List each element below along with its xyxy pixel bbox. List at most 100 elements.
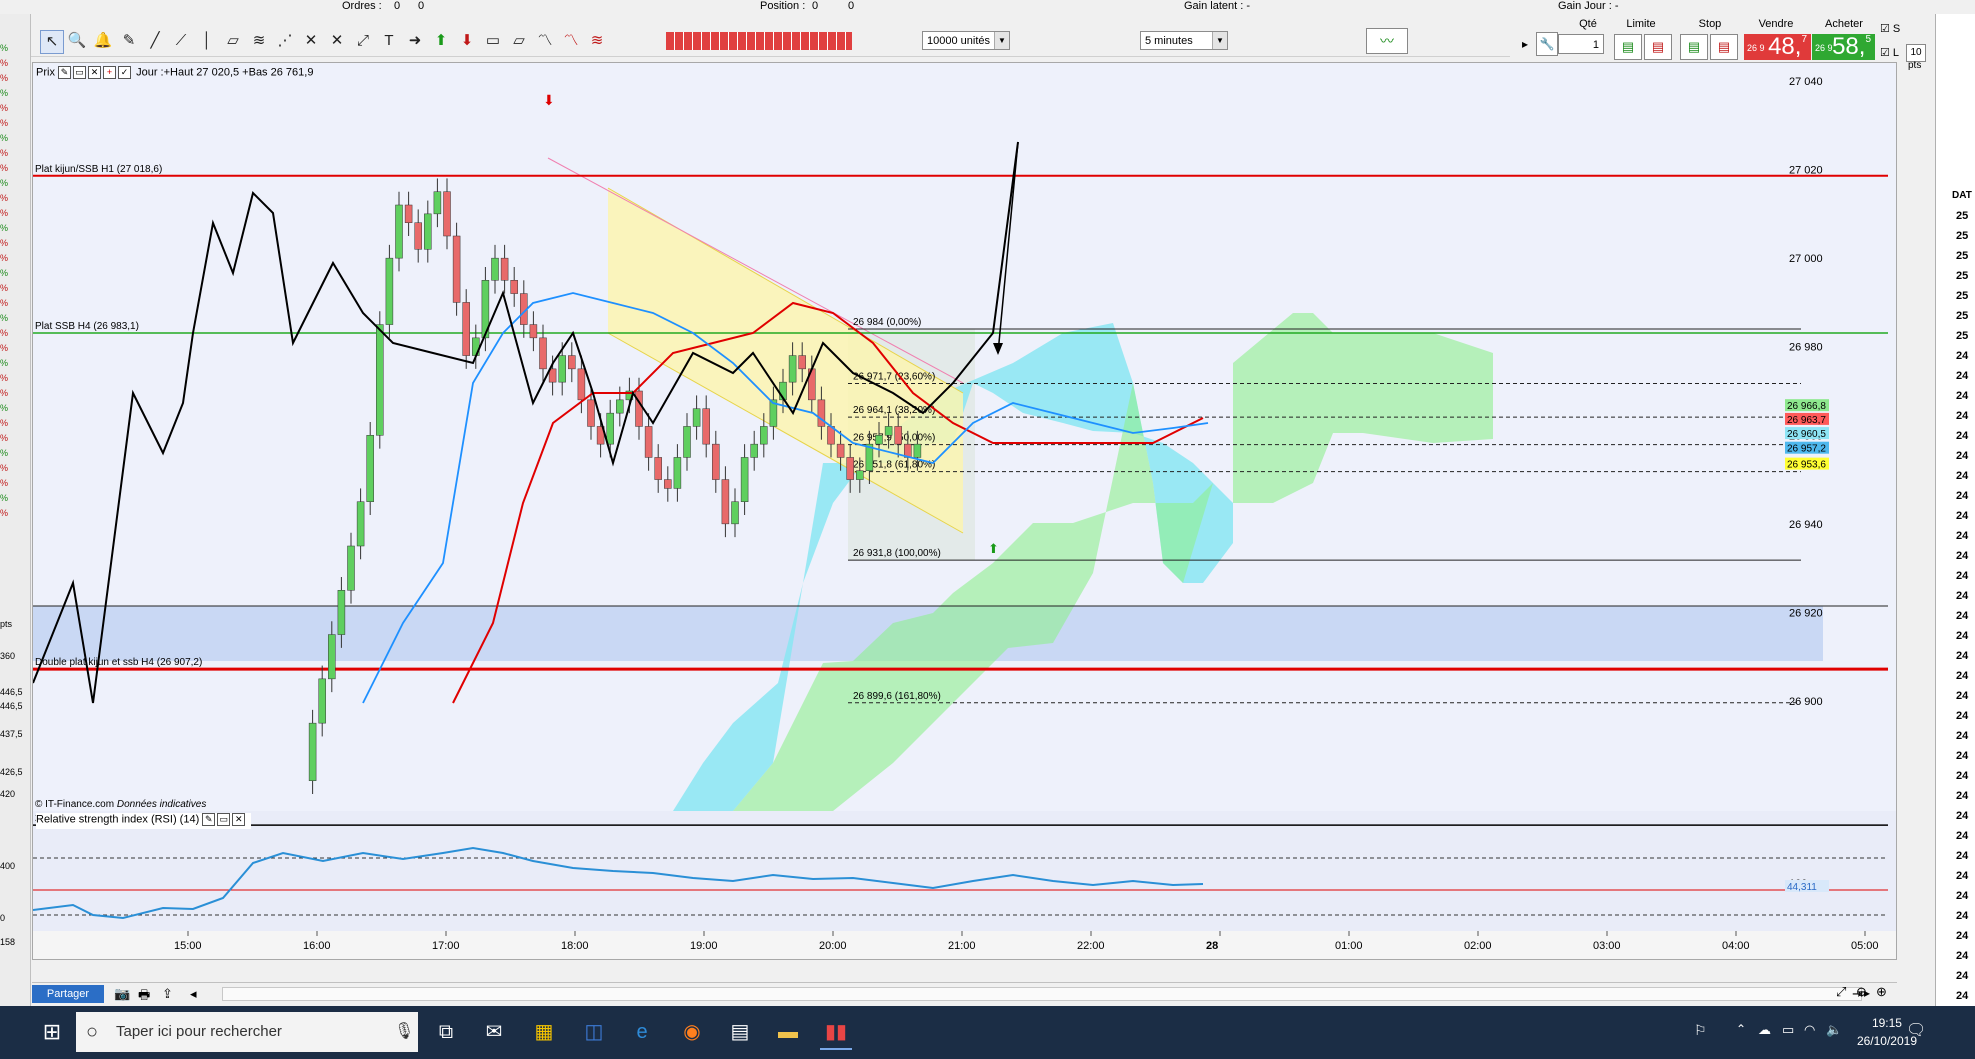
indicator-button[interactable]: 〰 xyxy=(1366,28,1408,54)
fan-tool-icon[interactable]: ⋰ xyxy=(274,30,296,52)
sticky-notes-icon[interactable]: ▦ xyxy=(528,1016,560,1048)
candle-body xyxy=(894,426,902,445)
timeframe-select[interactable]: 5 minutes ▼ xyxy=(1140,31,1228,50)
pattern-tool-icon[interactable]: ≋ xyxy=(586,30,608,52)
file-explorer-icon[interactable]: ▬ xyxy=(772,1016,804,1048)
alert-tool-icon[interactable]: 🔔 xyxy=(92,30,114,52)
price-chart[interactable]: 27 04027 02027 00026 98026 96026 94026 9… xyxy=(33,63,1896,959)
channel-tool-icon[interactable]: ▱ xyxy=(222,30,244,52)
window-icon[interactable]: ▭ xyxy=(217,813,231,826)
eraser-tool-icon[interactable]: ✎ xyxy=(118,30,140,52)
calculator-icon[interactable]: ▤ xyxy=(724,1016,756,1048)
chart-window[interactable]: 27 04027 02027 00026 98026 96026 94026 9… xyxy=(32,62,1897,960)
network-icon[interactable]: ▭ xyxy=(1782,1022,1794,1038)
left-strip-value: % xyxy=(0,148,9,158)
buy-button[interactable]: 26 9 58,5 xyxy=(1812,34,1875,60)
color-palette[interactable] xyxy=(666,32,852,50)
trading-app-icon[interactable]: ▮▮ xyxy=(820,1016,852,1050)
edge-browser-icon[interactable]: e xyxy=(626,1016,658,1048)
candle-body xyxy=(712,443,720,480)
close-icon[interactable]: ✕ xyxy=(88,66,102,79)
window-icon[interactable]: ▭ xyxy=(73,66,87,79)
wrench-icon[interactable]: ✎ xyxy=(58,66,72,79)
zoom-tool-icon[interactable]: 🔍 xyxy=(66,30,88,52)
candle-body xyxy=(308,722,317,781)
right-strip-value: 25 xyxy=(1956,250,1969,262)
down-arrow-marker: ⬇ xyxy=(543,92,555,108)
taskbar-search[interactable]: ○ Taper ici pour rechercher 🎙 xyxy=(76,1012,418,1052)
rectangle-tool-icon[interactable]: ▭ xyxy=(482,30,504,52)
line-tool-icon[interactable]: ╱ xyxy=(144,30,166,52)
y-tick-label: 26 940 xyxy=(1789,519,1823,531)
limit-label: Limite xyxy=(1626,18,1656,30)
parallelogram-tool-icon[interactable]: ▱ xyxy=(508,30,530,52)
cloud-icon[interactable]: ☁ xyxy=(1758,1022,1771,1038)
share-button[interactable]: Partager xyxy=(32,985,104,1003)
checkbox-icon[interactable]: ✓ xyxy=(118,66,132,79)
wifi-icon[interactable]: ◠ xyxy=(1804,1022,1815,1038)
limit-buy-button[interactable]: ▤ xyxy=(1614,34,1642,60)
windows-start-icon[interactable]: ⊞ xyxy=(36,1016,68,1048)
arrow-right-icon[interactable]: ➜ xyxy=(404,30,426,52)
qty-input[interactable]: 1 xyxy=(1558,34,1604,54)
add-icon[interactable]: + xyxy=(103,66,117,79)
stop-sell-button[interactable]: ▤ xyxy=(1710,34,1738,60)
microphone-icon[interactable]: 🎙 xyxy=(394,1012,414,1052)
candle-body xyxy=(664,479,672,489)
print-icon[interactable]: 🖶 xyxy=(138,986,150,1008)
fit-icon[interactable]: ⤢ xyxy=(1836,984,1846,1000)
sell-button[interactable]: 26 9 48,7 xyxy=(1744,34,1811,60)
right-strip-value: 24 xyxy=(1956,430,1969,442)
firefox-icon[interactable]: ◉ xyxy=(676,1016,708,1048)
right-strip-value: 24 xyxy=(1956,710,1969,722)
prev-icon[interactable]: ◂ xyxy=(190,986,197,1002)
candle-body xyxy=(539,337,547,370)
people-icon[interactable]: ⚐ xyxy=(1694,1022,1707,1039)
remote-app-icon[interactable]: ◫ xyxy=(578,1016,610,1048)
x-tick-label: 17:00 xyxy=(432,940,460,952)
l-checkbox[interactable]: ☑ L xyxy=(1880,46,1899,59)
zigzag-tool-icon[interactable]: 〽 xyxy=(534,30,556,52)
buy-label: Acheter xyxy=(1825,18,1863,30)
notification-icon[interactable]: 🗨 xyxy=(1906,1020,1926,1040)
volume-icon[interactable]: 🔈 xyxy=(1826,1022,1842,1038)
left-strip-v3: 446,5 xyxy=(0,701,23,711)
task-view-icon[interactable]: ⧉ xyxy=(430,1016,462,1048)
price-tag: 26 953,6 xyxy=(1787,460,1826,471)
candle-body xyxy=(913,443,922,458)
limit-sell-button[interactable]: ▤ xyxy=(1644,34,1672,60)
fibonacci-tool-icon[interactable]: ≋ xyxy=(248,30,270,52)
ray-tool-icon[interactable]: ⟋ xyxy=(170,30,192,52)
rsi-title: Relative strength index (RSI) (14) xyxy=(36,813,200,826)
left-strip-v4: 437,5 xyxy=(0,729,23,739)
candle-body xyxy=(529,324,538,339)
wrench-icon[interactable]: ✎ xyxy=(202,813,216,826)
zoom-in-icon[interactable]: ⊕ xyxy=(1876,984,1887,1000)
left-strip-v2: 446,5 xyxy=(0,687,23,697)
wrench-icon[interactable]: 🔧 xyxy=(1536,32,1558,56)
left-strip-value: % xyxy=(0,448,9,458)
s-checkbox[interactable]: ☑ S xyxy=(1880,22,1900,35)
chart-scrollbar[interactable] xyxy=(222,987,1862,1001)
arrow-up-icon[interactable]: ⬆ xyxy=(430,30,452,52)
zoom-out-icon[interactable]: ⊖ xyxy=(1856,984,1867,1000)
units-select[interactable]: 10000 unités ▼ xyxy=(922,31,1010,50)
pointer-tool-icon[interactable]: ↖ xyxy=(40,30,64,54)
vertical-line-icon[interactable]: │ xyxy=(196,30,218,52)
cross2-tool-icon[interactable]: ✕ xyxy=(326,30,348,52)
left-strip-value: % xyxy=(0,103,9,113)
close-icon[interactable]: ✕ xyxy=(232,813,246,826)
text-tool-icon[interactable]: T xyxy=(378,30,400,52)
left-strip-v8: 0 xyxy=(0,913,6,923)
zigzag-red-tool-icon[interactable]: 〽 xyxy=(560,30,582,52)
tray-chevron-icon[interactable]: ⌃ xyxy=(1736,1022,1746,1036)
stop-buy-button[interactable]: ▤ xyxy=(1680,34,1708,60)
arrow-down-icon[interactable]: ⬇ xyxy=(456,30,478,52)
mail-icon[interactable]: ✉ xyxy=(478,1016,510,1048)
candle-body xyxy=(424,213,432,250)
left-strip-value: % xyxy=(0,358,9,368)
cross-tool-icon[interactable]: ✕ xyxy=(300,30,322,52)
export-icon[interactable]: ⇪ xyxy=(162,986,173,1002)
camera-icon[interactable]: 📷 xyxy=(114,986,130,1002)
measure-tool-icon[interactable]: ⤢ xyxy=(352,30,374,52)
